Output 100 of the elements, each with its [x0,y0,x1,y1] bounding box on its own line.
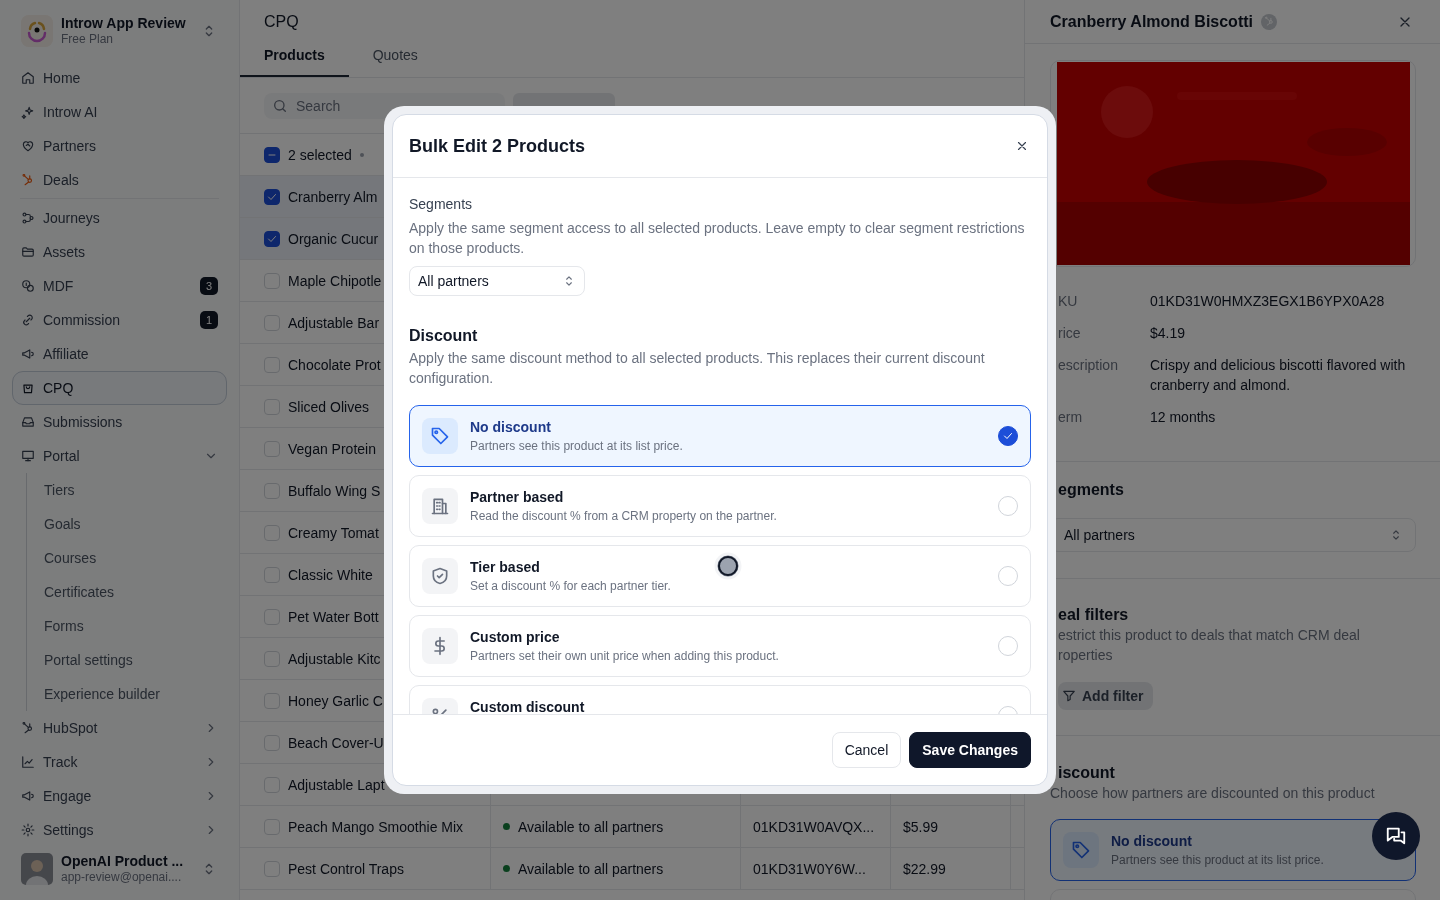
field-label: erm [1058,408,1084,427]
separator-dot [359,152,364,157]
radio-button[interactable] [998,426,1018,446]
product-name: Honey Garlic C [288,692,383,709]
section-description: estrict this product to deals that match CRM deal [1057,626,1361,645]
inbox-icon [21,415,35,430]
nav-subitem[interactable]: Portal settings [44,643,133,678]
row-checkbox[interactable] [264,230,280,247]
section-heading: iscount [1057,763,1116,783]
cursor-icon [714,552,742,580]
home-icon [21,71,35,86]
filter-icon [1062,689,1076,703]
product-name: Classic White [288,566,373,583]
shield-check-icon [430,566,450,586]
nav-item[interactable]: Journeys [12,201,227,236]
product-name: Creamy Tomat [288,524,379,541]
selection-count: 2 selected [288,146,352,163]
count-badge: 1 [200,311,218,330]
tag-icon [1071,840,1091,860]
nav-item[interactable]: Home [12,61,227,96]
nav-subitem[interactable]: Tiers [44,473,75,508]
nav-subitem[interactable]: Experience builder [44,677,160,712]
product-name: Adjustable Kitc [288,650,381,667]
nav-item[interactable]: Settings [12,813,227,848]
field-value: Crispy and delicious biscotti flavored with cranberry and almond. [1150,356,1407,395]
count-badge: 3 [200,277,218,296]
segment-select[interactable]: All partners [409,266,585,296]
link-icon [21,313,35,328]
row-checkbox[interactable] [264,188,280,205]
select-all-checkbox[interactable] [264,146,280,163]
user-email: app-review@openai.... [61,869,183,885]
tag-icon [430,426,450,446]
nav-item[interactable]: Partners [12,129,227,164]
nav-item[interactable]: Deals [12,163,227,198]
discount-option[interactable]: Tier based Set a discount % for each partner tier. [409,545,1031,607]
section-description: roperties [1057,646,1114,665]
chat-icon [1385,825,1407,847]
field-description: Apply the same segment access to all selected products. Leave empty to clear segment restrictions on those products. [409,219,1026,258]
check-icon [1002,430,1014,442]
section-description: Choose how partners are discounted on this product [1050,784,1376,803]
product-name: Chocolate Prot [288,356,381,373]
user-name: OpenAI Product ... [61,852,185,870]
tab[interactable]: Products [240,34,349,77]
field-label: rice [1058,324,1082,343]
sku-cell: 01KD31W0AVQX... [753,818,875,835]
product-name: Vegan Protein [288,440,376,457]
nav-item[interactable]: Affiliate [12,337,227,372]
avatar [21,852,53,885]
segment-cell: Available to all partners [518,818,664,835]
nav-item[interactable]: Portal [12,439,227,474]
chart-icon [21,755,35,770]
nav-item[interactable]: HubSpot [12,711,227,746]
nav-item[interactable]: Engage [12,779,227,814]
hub-node-icon [21,173,35,188]
product-name: Maple Chipotle [288,272,382,289]
nav-item[interactable]: Submissions [12,405,227,440]
product-name: Adjustable Bar [288,314,380,331]
settings-icon [21,823,35,838]
chat-button[interactable] [1372,812,1420,860]
add-filter-button[interactable]: Add filter [1058,682,1154,710]
nav-subitem[interactable]: Certificates [44,575,115,610]
plan-label: Free Plan [61,31,115,47]
product-name: Peach Mango Smoothie Mix [288,818,464,835]
price-cell: $5.99 [903,818,939,835]
dialog-title: Bulk Edit 2 Products [409,135,586,157]
field-label: escription [1058,356,1119,375]
sparkle-icon [21,105,35,120]
cancel-button[interactable]: Cancel [831,732,902,768]
section-heading: egments [1057,480,1125,500]
discount-option[interactable]: No discount Partners see this product at its list price. [409,405,1031,467]
nav-item[interactable]: Track [12,745,227,780]
bag-icon [21,381,35,396]
monitor-icon [21,449,35,464]
hub-node-icon [21,721,35,736]
nav-item[interactable]: Introw AI [12,95,227,130]
field-label: KU [1058,292,1079,311]
discount-option[interactable]: Custom discount [409,685,1031,714]
nodes-icon [21,211,35,226]
discount-option[interactable]: No discount Partners see this product at its list price. [1050,819,1416,881]
status-dot [503,823,510,830]
field-value: 12 months [1150,408,1217,427]
nav-subitem[interactable]: Goals [44,507,81,542]
nav-subitem[interactable]: Forms [44,609,84,644]
discount-option[interactable]: Partner based Read the discount % from a CRM property on the partner. [409,475,1031,537]
tab[interactable]: Quotes [348,34,442,77]
segment-cell: Available to all partners [518,860,664,877]
nav-item[interactable]: CPQ [12,371,227,406]
building-icon [430,496,450,516]
field-label: Segments [409,196,474,212]
close-icon [1015,139,1029,153]
nav-item[interactable]: Assets [12,235,227,270]
save-button[interactable]: Save Changes [909,732,1031,768]
nav-subitem[interactable]: Courses [44,541,97,576]
coins-icon [21,279,35,294]
nav-item[interactable]: Commission 1 [12,303,227,338]
product-name: Cranberry Alm [288,188,378,205]
section-heading: eal filters [1057,605,1130,625]
discount-option[interactable]: Custom price Partners set their own unit price when adding this product. [409,615,1031,677]
nav-item[interactable]: MDF 3 [12,269,227,304]
workspace-name: Introw App Review [61,14,187,32]
